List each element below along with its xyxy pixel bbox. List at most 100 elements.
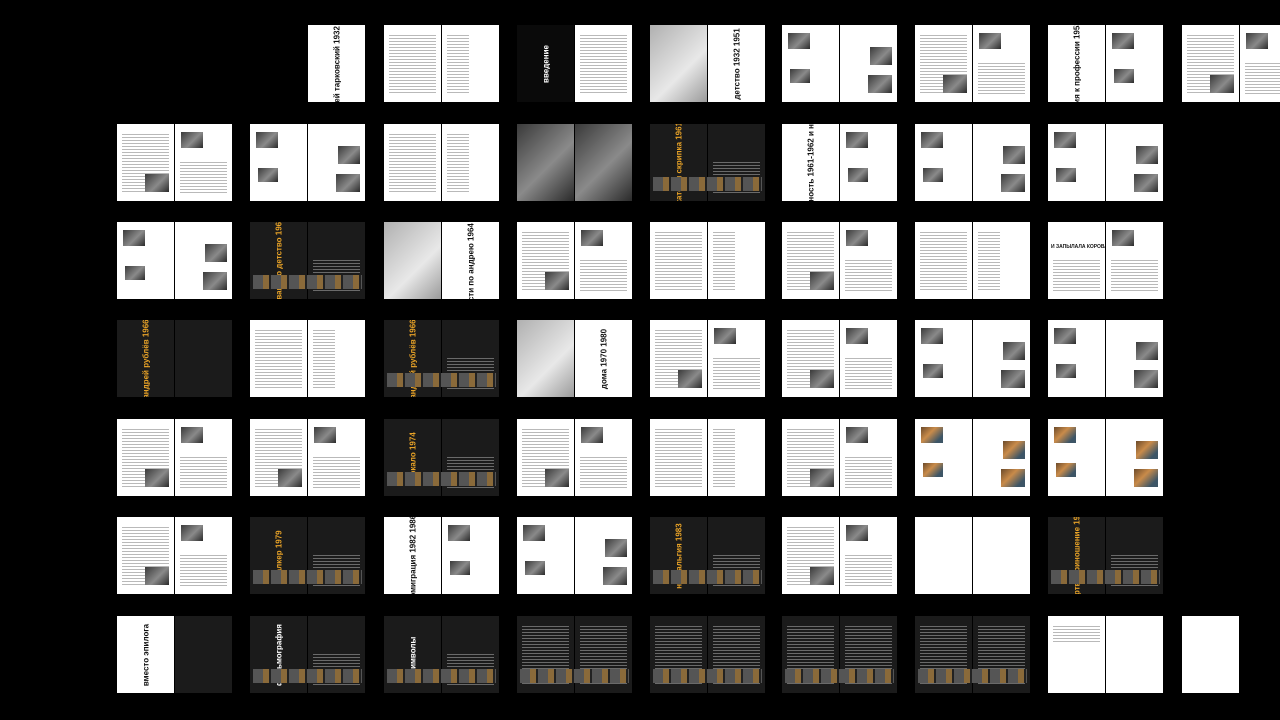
book-spread[interactable]: вместо эпилога: [117, 616, 232, 693]
book-spread[interactable]: [117, 419, 232, 496]
photo: [1056, 168, 1076, 182]
book-spread[interactable]: [782, 25, 897, 102]
book-spread[interactable]: [915, 222, 1030, 299]
book-spread[interactable]: андрей рублёв 1966: [117, 320, 232, 397]
book-spread[interactable]: история к профессии 1953 1956: [1048, 25, 1163, 102]
photo: [581, 230, 603, 246]
book-spread[interactable]: [915, 25, 1030, 102]
book-spread[interactable]: детство 1932 1951: [650, 25, 765, 102]
book-spread[interactable]: иваново детство 1962: [250, 222, 365, 299]
book-spread[interactable]: [250, 124, 365, 201]
book-spread[interactable]: [117, 517, 232, 594]
book-spread[interactable]: [117, 124, 232, 201]
photo: [145, 174, 169, 192]
book-spread[interactable]: [1048, 419, 1163, 496]
spread-title: счастливая случайность 1961-1962 и неожи…: [806, 124, 815, 201]
left-page: андрей тарковский 1932 1986: [308, 25, 365, 102]
right-page: [840, 419, 897, 496]
book-spread[interactable]: [650, 320, 765, 397]
book-spread[interactable]: [250, 419, 365, 496]
left-page: [782, 320, 839, 397]
book-spread[interactable]: счастливая случайность 1961-1962 и неожи…: [782, 124, 897, 201]
film-strip: [1051, 570, 1160, 584]
book-spread[interactable]: [650, 419, 765, 496]
book-spread[interactable]: жертвоприношение 1986: [1048, 517, 1163, 594]
book-spread[interactable]: символы: [384, 616, 499, 693]
book-spread[interactable]: [1182, 616, 1280, 693]
text-block: [655, 230, 702, 291]
right-page: [973, 25, 1030, 102]
book-spread[interactable]: [384, 124, 499, 201]
book-spread[interactable]: [650, 616, 765, 693]
book-spread[interactable]: зеркало 1974: [384, 419, 499, 496]
book-spread[interactable]: [1048, 320, 1163, 397]
photo: [921, 132, 943, 148]
photo: [810, 469, 834, 487]
book-spread[interactable]: [782, 320, 897, 397]
right-page: [840, 320, 897, 397]
book-spread[interactable]: [915, 419, 1030, 496]
photo: [256, 132, 278, 148]
book-spread[interactable]: [915, 124, 1030, 201]
book-spread[interactable]: [1048, 616, 1163, 693]
photo: [1134, 370, 1158, 388]
right-page: страсти по андрею 1964 1971: [442, 222, 499, 299]
text-block: [655, 427, 702, 488]
book-spread[interactable]: фильмография: [250, 616, 365, 693]
left-page: [384, 222, 441, 299]
text-block: [180, 160, 227, 193]
book-spread[interactable]: [384, 25, 499, 102]
book-spread[interactable]: [1048, 124, 1163, 201]
book-spread[interactable]: [782, 517, 897, 594]
book-spread[interactable]: каток и скрипка 1961: [650, 124, 765, 201]
left-page: [915, 517, 972, 594]
photo: [523, 525, 545, 541]
book-spread[interactable]: введение: [517, 25, 632, 102]
book-spread[interactable]: [117, 222, 232, 299]
film-strip: [253, 275, 362, 289]
book-spread[interactable]: [517, 222, 632, 299]
film-strip: [253, 570, 362, 584]
right-page: [708, 419, 765, 496]
book-spread[interactable]: [915, 616, 1030, 693]
film-strip: [918, 669, 1027, 683]
left-page: [117, 419, 174, 496]
book-spread[interactable]: андрей рублёв 1966: [384, 320, 499, 397]
book-spread[interactable]: [517, 419, 632, 496]
book-spread[interactable]: [517, 616, 632, 693]
right-page: [175, 517, 232, 594]
photo: [258, 168, 278, 182]
right-page: [840, 25, 897, 102]
book-spread[interactable]: [517, 124, 632, 201]
book-spread[interactable]: [915, 320, 1030, 397]
photo: [448, 525, 470, 541]
book-spread[interactable]: [517, 517, 632, 594]
left-page: [517, 517, 574, 594]
book-spread[interactable]: [782, 222, 897, 299]
right-page: [575, 25, 632, 102]
book-spread[interactable]: [250, 320, 365, 397]
photo: [517, 124, 574, 201]
book-spread[interactable]: [650, 222, 765, 299]
photo: [1056, 364, 1076, 378]
left-page: [1048, 320, 1105, 397]
text-block: [713, 230, 735, 291]
book-spread[interactable]: дома 1970 1980: [517, 320, 632, 397]
book-spread[interactable]: ностальгия 1983: [650, 517, 765, 594]
left-page: введение: [517, 25, 574, 102]
photo: [810, 272, 834, 290]
photo: [923, 364, 943, 378]
left-page: [117, 124, 174, 201]
book-spread[interactable]: страсти по андрею 1964 1971: [384, 222, 499, 299]
book-spread[interactable]: эмиграция 1982 1986: [384, 517, 499, 594]
right-page: [973, 419, 1030, 496]
book-spread[interactable]: [1182, 25, 1280, 102]
left-page: [1048, 124, 1105, 201]
book-spread[interactable]: И ЗАПЫЛАЛА КОРОВА: [1048, 222, 1163, 299]
book-spread[interactable]: [782, 616, 897, 693]
left-page: [915, 222, 972, 299]
right-page: [175, 124, 232, 201]
book-spread[interactable]: [915, 517, 1030, 594]
book-spread[interactable]: сталкер 1979: [250, 517, 365, 594]
book-spread[interactable]: [782, 419, 897, 496]
